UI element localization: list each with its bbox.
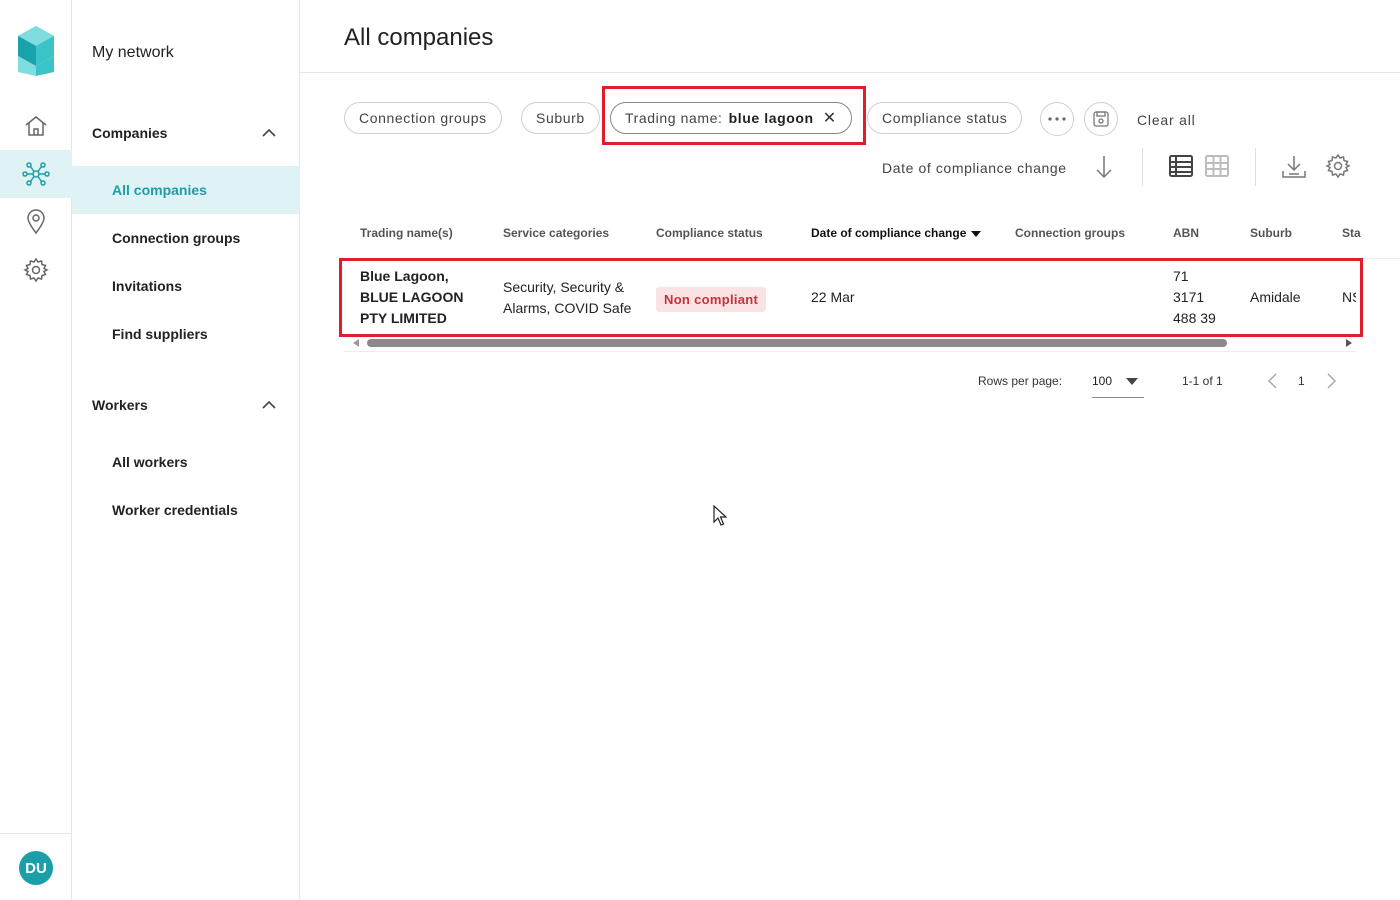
- sidebar-item-label: Worker credentials: [112, 502, 238, 518]
- cell-suburb: Amidale: [1250, 289, 1301, 305]
- horizontal-scrollbar[interactable]: [344, 336, 1356, 352]
- cell-trading-name: Blue Lagoon, BLUE LAGOON PTY LIMITED: [360, 266, 463, 329]
- column-header[interactable]: Suburb: [1250, 226, 1292, 240]
- filter-chip-suburb[interactable]: Suburb: [521, 102, 600, 134]
- scroll-left-icon[interactable]: [353, 339, 359, 347]
- cell-compliance-status: Non compliant: [656, 287, 767, 312]
- cell-line: PTY LIMITED: [360, 310, 447, 326]
- current-page: 1: [1298, 374, 1305, 388]
- filter-chip-trading-name[interactable]: Trading name: blue lagoon ✕: [610, 102, 852, 134]
- table-row[interactable]: Blue Lagoon, BLUE LAGOON PTY LIMITED Sec…: [344, 258, 1400, 336]
- table-view-icon[interactable]: [1168, 153, 1194, 179]
- chip-label: Trading name:: [625, 110, 723, 126]
- mouse-cursor-icon: [713, 505, 727, 526]
- scrollbar-thumb[interactable]: [367, 339, 1227, 347]
- cell-line: 71: [1173, 268, 1189, 284]
- nav-network[interactable]: [0, 150, 72, 198]
- cell-line: BLUE LAGOON: [360, 289, 464, 305]
- logo-icon[interactable]: [18, 26, 54, 76]
- toolbar-divider: [1255, 148, 1256, 186]
- column-header[interactable]: Connection groups: [1015, 226, 1125, 240]
- chevron-left-icon[interactable]: [1266, 372, 1280, 390]
- rows-per-page-label: Rows per page:: [978, 374, 1063, 388]
- cell-line: Security, Security &: [503, 279, 625, 295]
- cell-date: 22 Mar: [811, 289, 855, 305]
- home-icon: [25, 116, 47, 136]
- chip-label: Connection groups: [359, 110, 487, 126]
- scroll-right-icon[interactable]: [1346, 339, 1352, 347]
- settings-icon: [23, 257, 49, 283]
- download-icon[interactable]: [1280, 153, 1308, 181]
- column-header[interactable]: ABN: [1173, 226, 1199, 240]
- column-header[interactable]: Service categories: [503, 226, 609, 240]
- rail-divider: [0, 833, 72, 834]
- sidebar-item-all-companies[interactable]: All companies: [72, 166, 300, 214]
- sidebar-item-worker-credentials[interactable]: Worker credentials: [72, 486, 300, 534]
- cell-line: 488 39: [1173, 310, 1216, 326]
- arrow-down-icon[interactable]: [1094, 153, 1114, 181]
- sidebar-title: My network: [92, 44, 174, 61]
- column-header-sorted[interactable]: Date of compliance change: [811, 226, 982, 240]
- cell-line: Blue Lagoon,: [360, 268, 449, 284]
- chevron-up-icon[interactable]: [260, 396, 278, 414]
- sidebar-section-companies[interactable]: Companies: [72, 116, 300, 152]
- main-content: All companies Connection groups Suburb T…: [300, 0, 1400, 900]
- cell-line: 3171: [1173, 289, 1205, 305]
- sidebar-section-label: Companies: [92, 125, 168, 141]
- chip-value: blue lagoon: [728, 110, 814, 126]
- filter-chip-connection-groups[interactable]: Connection groups: [344, 102, 502, 134]
- sidebar-item-all-workers[interactable]: All workers: [72, 438, 300, 486]
- table-bottom-divider: [344, 351, 1356, 352]
- sidebar-item-label: Find suppliers: [112, 326, 208, 342]
- cell-line: Alarms, COVID Safe: [503, 300, 632, 316]
- icon-rail: DU: [0, 0, 72, 900]
- close-icon[interactable]: ✕: [823, 108, 837, 128]
- pagination-range: 1-1 of 1: [1182, 374, 1223, 388]
- column-header[interactable]: Trading name(s): [360, 226, 453, 240]
- avatar[interactable]: DU: [19, 851, 53, 885]
- sidebar-item-label: Invitations: [112, 278, 183, 294]
- column-header[interactable]: Compliance status: [656, 226, 763, 240]
- chip-label: Compliance status: [882, 110, 1008, 126]
- grid-view-icon[interactable]: [1204, 153, 1230, 179]
- column-header[interactable]: Sta: [1342, 226, 1361, 240]
- settings-icon[interactable]: [1325, 153, 1351, 179]
- save-filter-button[interactable]: [1084, 102, 1118, 136]
- nav-settings[interactable]: [0, 246, 72, 294]
- status-badge: Non compliant: [656, 287, 767, 312]
- chip-label: Suburb: [536, 110, 585, 126]
- sidebar-item-label: All workers: [112, 454, 188, 470]
- sort-label[interactable]: Date of compliance change: [882, 160, 1067, 176]
- dropdown-arrow-icon: [1126, 378, 1138, 385]
- clear-all-link[interactable]: Clear all: [1137, 112, 1196, 128]
- network-icon: [22, 162, 50, 186]
- chevron-right-icon[interactable]: [1324, 372, 1338, 390]
- sidebar-item-connection-groups[interactable]: Connection groups: [72, 214, 300, 262]
- more-filters-button[interactable]: [1040, 102, 1074, 136]
- sidebar-section-label: Workers: [92, 397, 148, 413]
- sidebar-item-find-suppliers[interactable]: Find suppliers: [72, 310, 300, 358]
- nav-location[interactable]: [0, 198, 72, 246]
- rows-per-page-select[interactable]: 100: [1092, 370, 1144, 398]
- sidebar-item-invitations[interactable]: Invitations: [72, 262, 300, 310]
- nav-home[interactable]: [0, 102, 72, 150]
- page-title: All companies: [344, 24, 494, 51]
- cell-abn: 71 3171 488 39: [1173, 266, 1216, 329]
- sidebar-section-workers[interactable]: Workers: [72, 388, 300, 424]
- save-icon: [1093, 111, 1109, 127]
- sidebar-item-label: All companies: [112, 182, 207, 198]
- column-header-label: Date of compliance change: [811, 226, 967, 240]
- filter-chip-compliance-status[interactable]: Compliance status: [867, 102, 1023, 134]
- sidebar-item-label: Connection groups: [112, 230, 241, 246]
- toolbar-divider: [1142, 148, 1143, 186]
- secondary-sidebar: My network Companies All companies Conne…: [72, 0, 300, 900]
- cell-state: NS: [1342, 289, 1356, 305]
- cell-service-categories: Security, Security & Alarms, COVID Safe: [503, 277, 631, 319]
- rows-per-page-value: 100: [1092, 374, 1113, 388]
- location-icon: [27, 209, 45, 235]
- chevron-up-icon[interactable]: [260, 124, 278, 142]
- more-horizontal-icon: [1048, 117, 1066, 121]
- caret-down-icon: [971, 230, 982, 237]
- header-divider: [300, 72, 1400, 73]
